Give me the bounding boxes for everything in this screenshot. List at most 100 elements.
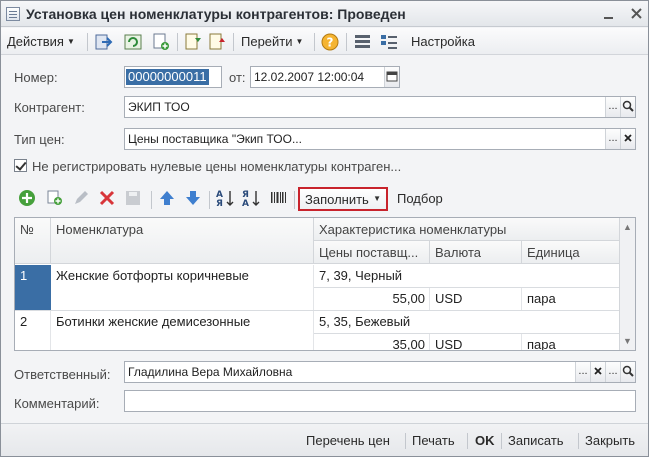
- cell-item: Женские ботфорты коричневые: [51, 265, 314, 310]
- toolbar-divider: [151, 191, 152, 209]
- toolbar-divider: [314, 33, 315, 51]
- window-title: Установка цен номенклатуры контрагентов:…: [26, 6, 406, 22]
- print-button[interactable]: Печать: [412, 433, 455, 448]
- footer-divider: [578, 433, 579, 449]
- select-ellipsis-icon[interactable]: ...: [605, 129, 620, 149]
- goto-label: Перейти: [241, 34, 293, 49]
- toolbar-divider: [209, 191, 210, 209]
- column-header-characteristic[interactable]: Характеристика номенклатуры: [314, 218, 620, 241]
- post-document-icon[interactable]: [183, 32, 203, 52]
- footer-divider: [467, 433, 468, 449]
- counterparty-label: Контрагент:: [14, 100, 85, 115]
- bottom-bar: Перечень цен Печать OK Записать Закрыть: [1, 423, 648, 456]
- footer-divider: [501, 433, 502, 449]
- copy-document-icon[interactable]: [151, 32, 171, 52]
- open-magnifier-icon[interactable]: [620, 362, 635, 382]
- prices-table: № Номенклатура Характеристика номенклату…: [14, 217, 636, 351]
- document-window: Установка цен номенклатуры контрагентов:…: [0, 0, 649, 457]
- column-header-price[interactable]: Цены поставщ...: [314, 241, 430, 264]
- comment-field[interactable]: [124, 390, 636, 412]
- cell-price: 55,00: [314, 288, 430, 310]
- price-type-field[interactable]: Цены поставщика "Экип ТОО... ...: [124, 128, 636, 150]
- help-icon[interactable]: ?: [320, 32, 340, 52]
- no-zero-prices-checkbox[interactable]: [14, 159, 27, 172]
- column-header-currency[interactable]: Валюта: [430, 241, 522, 264]
- comment-label: Комментарий:: [14, 396, 100, 411]
- goto-menu-button[interactable]: Перейти ▼: [241, 33, 303, 51]
- end-edit-icon[interactable]: [123, 188, 143, 208]
- ok-button[interactable]: OK: [475, 433, 495, 448]
- date-label: от:: [229, 70, 246, 85]
- select-ellipsis-icon[interactable]: ...: [575, 362, 590, 382]
- cell-unit: пара: [522, 288, 620, 310]
- title-bar: Установка цен номенклатуры контрагентов:…: [1, 1, 648, 27]
- scroll-up-icon[interactable]: ▲: [620, 220, 635, 234]
- chevron-down-icon: ▼: [295, 37, 304, 46]
- toolbar-divider: [233, 33, 234, 51]
- exit-icon[interactable]: [93, 32, 113, 52]
- barcode-icon[interactable]: [269, 188, 289, 208]
- date-field[interactable]: 12.02.2007 12:00:04: [250, 66, 400, 88]
- date-value: 12.02.2007 12:00:04: [254, 70, 365, 84]
- structure-icon[interactable]: [353, 32, 373, 52]
- save-button[interactable]: Записать: [508, 433, 564, 448]
- minimize-icon[interactable]: [601, 6, 617, 22]
- settings-button[interactable]: Настройка: [411, 33, 475, 51]
- select-ellipsis-icon[interactable]: ...: [605, 97, 620, 117]
- clear-icon[interactable]: [590, 362, 605, 382]
- list-settings-icon[interactable]: [379, 32, 399, 52]
- column-header-item[interactable]: Номенклатура: [51, 218, 314, 264]
- fill-label: Заполнить: [305, 192, 369, 207]
- sort-ascending-icon[interactable]: AЯ: [215, 188, 235, 209]
- actions-label: Действия: [7, 34, 64, 49]
- scroll-down-icon[interactable]: ▼: [620, 334, 635, 348]
- select-button[interactable]: Подбор: [397, 191, 443, 206]
- chevron-down-icon: ▼: [66, 37, 75, 46]
- cell-currency: USD: [430, 334, 522, 350]
- responsible-field[interactable]: Гладилина Вера Михайловна ... ...: [124, 361, 636, 383]
- svg-text:A: A: [242, 199, 249, 208]
- toolbar-divider: [346, 33, 347, 51]
- chevron-down-icon: ▼: [373, 194, 381, 203]
- cell-currency: USD: [430, 288, 522, 310]
- no-zero-prices-label: Не регистрировать нулевые цены номенклат…: [32, 159, 402, 174]
- cell-characteristic: 5, 35, Бежевый: [314, 311, 620, 333]
- number-label: Номер:: [14, 70, 58, 85]
- add-row-icon[interactable]: [17, 188, 37, 208]
- cell-num: 2: [15, 311, 51, 350]
- select-ellipsis-icon[interactable]: ...: [605, 362, 620, 382]
- open-magnifier-icon[interactable]: [620, 97, 635, 117]
- close-window-icon[interactable]: [629, 6, 645, 22]
- counterparty-value: ЭКИП ТОО: [128, 100, 190, 114]
- fill-button[interactable]: Заполнить ▼: [298, 187, 388, 211]
- responsible-label: Ответственный:: [14, 367, 111, 382]
- number-field[interactable]: 00000000011: [124, 66, 222, 88]
- cell-item: Ботинки женские демисезонные: [51, 311, 314, 350]
- column-header-num[interactable]: №: [15, 218, 51, 264]
- cell-unit: пара: [522, 334, 620, 350]
- close-button[interactable]: Закрыть: [585, 433, 635, 448]
- edit-row-icon[interactable]: [71, 188, 91, 208]
- table-scrollbar[interactable]: ▲ ▼: [619, 218, 635, 350]
- price-list-button[interactable]: Перечень цен: [306, 433, 390, 448]
- actions-menu-button[interactable]: Действия ▼: [7, 33, 75, 51]
- toolbar-divider: [294, 191, 295, 209]
- move-down-icon[interactable]: [183, 188, 203, 208]
- delete-row-icon[interactable]: [97, 188, 117, 208]
- column-header-unit[interactable]: Единица: [522, 241, 620, 264]
- row-divider: [314, 333, 620, 334]
- move-up-icon[interactable]: [157, 188, 177, 208]
- cell-num: 1: [20, 268, 28, 283]
- clear-icon[interactable]: [620, 129, 635, 149]
- counterparty-field[interactable]: ЭКИП ТОО ...: [124, 96, 636, 118]
- sort-descending-icon[interactable]: ЯA: [241, 188, 261, 209]
- calendar-icon[interactable]: [384, 67, 399, 87]
- cell-price: 35,00: [314, 334, 430, 350]
- responsible-value: Гладилина Вера Михайловна: [128, 365, 293, 379]
- main-toolbar: Действия ▼ Перейти ▼ ? Настройка: [1, 28, 648, 55]
- row-divider: [314, 287, 620, 288]
- cell-characteristic: 7, 39, Черный: [314, 265, 620, 287]
- refresh-icon[interactable]: [123, 32, 143, 52]
- unpost-document-icon[interactable]: [207, 32, 227, 52]
- copy-row-icon[interactable]: [45, 188, 65, 208]
